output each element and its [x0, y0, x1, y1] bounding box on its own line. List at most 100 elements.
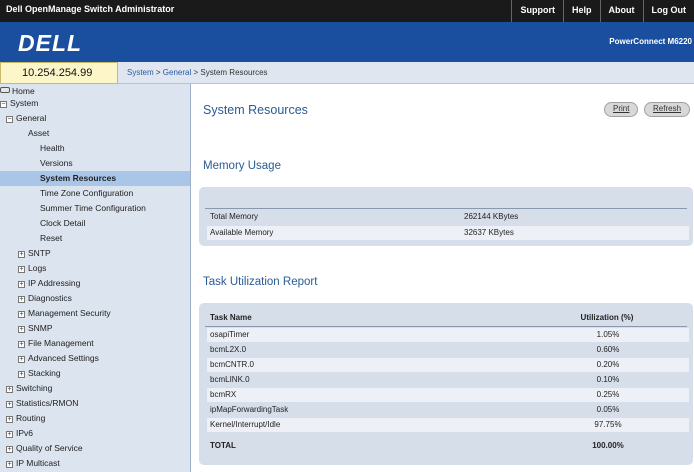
brand-bar: DELL PowerConnect M6220 — [0, 22, 694, 62]
memory-label: Total Memory — [210, 212, 259, 221]
sidebar-item-advanced-settings[interactable]: + Advanced Settings — [0, 351, 190, 366]
task-utilization: 0.60% — [596, 345, 620, 354]
model-name: PowerConnect M6220 — [609, 37, 692, 46]
logout-link[interactable]: Log Out — [642, 0, 694, 22]
page-title: System Resources — [203, 103, 308, 117]
table-row: bcmLINK.0 0.10% — [207, 373, 689, 387]
sidebar-item-management-security[interactable]: + Management Security — [0, 306, 190, 321]
support-link[interactable]: Support — [511, 0, 563, 22]
sidebar-item-sntp[interactable]: + SNTP — [0, 246, 190, 261]
expand-icon[interactable]: + — [6, 431, 13, 438]
sidebar-item-routing[interactable]: + Routing — [0, 411, 190, 426]
breadcrumb-sep: > — [153, 68, 163, 77]
expand-icon[interactable]: + — [18, 356, 25, 363]
task-name: bcmRX — [210, 390, 237, 399]
sidebar-item-label: Reset — [40, 233, 63, 243]
sidebar-item-snmp[interactable]: + SNMP — [0, 321, 190, 336]
breadcrumb-system[interactable]: System — [127, 68, 154, 77]
sidebar-item-clock-detail[interactable]: Clock Detail — [0, 216, 190, 231]
expand-icon[interactable]: + — [6, 386, 13, 393]
task-panel: Task Name Utilization (%) osapiTimer 1.05… — [199, 303, 693, 465]
expand-icon[interactable]: + — [18, 281, 25, 288]
task-utilization: 1.05% — [596, 330, 620, 339]
sidebar: Home − System − General Asset Health Versions S… — [0, 84, 191, 472]
top-links: Support Help About Log Out — [511, 0, 694, 22]
sidebar-item-asset[interactable]: Asset — [0, 126, 190, 141]
sidebar-item-label: IP Multicast — [16, 458, 60, 468]
memory-value: 32637 KBytes — [464, 228, 514, 237]
dell-logo: DELL — [18, 30, 83, 56]
expand-icon[interactable]: + — [18, 311, 25, 318]
sidebar-item-system-resources[interactable]: System Resources — [0, 171, 190, 186]
sidebar-item-ip-addressing[interactable]: + IP Addressing — [0, 276, 190, 291]
sidebar-item-reset[interactable]: Reset — [0, 231, 190, 246]
table-row: ipMapForwardingTask 0.05% — [207, 403, 689, 417]
memory-label: Available Memory — [210, 228, 274, 237]
sidebar-item-summer-time-configuration[interactable]: Summer Time Configuration — [0, 201, 190, 216]
expand-icon[interactable]: + — [6, 446, 13, 453]
sidebar-item-diagnostics[interactable]: + Diagnostics — [0, 291, 190, 306]
panel-divider — [205, 208, 687, 209]
collapse-icon[interactable]: − — [6, 116, 13, 123]
sidebar-item-label: IP Addressing — [28, 278, 81, 288]
sidebar-item-health[interactable]: Health — [0, 141, 190, 156]
sidebar-item-quality-of-service[interactable]: + Quality of Service — [0, 441, 190, 456]
sidebar-item-label: Home — [12, 86, 35, 96]
expand-icon[interactable]: + — [6, 416, 13, 423]
task-name: bcmLINK.0 — [210, 375, 250, 384]
sidebar-item-label: Asset — [28, 128, 50, 138]
task-utilization: 0.10% — [596, 375, 620, 384]
table-row: Available Memory 32637 KBytes — [207, 226, 689, 240]
sidebar-item-ipv6[interactable]: + IPv6 — [0, 426, 190, 441]
sidebar-item-ip-multicast[interactable]: + IP Multicast — [0, 456, 190, 471]
expand-icon[interactable]: + — [18, 371, 25, 378]
sidebar-item-stacking[interactable]: + Stacking — [0, 366, 190, 381]
main-content: System Resources Print Refresh Memory Us… — [191, 84, 694, 472]
sidebar-item-label: Statistics/RMON — [16, 398, 79, 408]
sidebar-item-label: Stacking — [28, 368, 61, 378]
top-bar: Dell OpenManage Switch Administrator Sup… — [0, 0, 694, 22]
help-link[interactable]: Help — [562, 0, 600, 22]
expand-icon[interactable]: + — [18, 251, 25, 258]
table-row: Total Memory 262144 KBytes — [207, 210, 689, 224]
table-row: bcmL2X.0 0.60% — [207, 343, 689, 357]
expand-icon[interactable]: + — [18, 266, 25, 273]
sidebar-item-label: SNTP — [28, 248, 51, 258]
sidebar-item-label: Summer Time Configuration — [40, 203, 146, 213]
sidebar-item-versions[interactable]: Versions — [0, 156, 190, 171]
task-name: bcmL2X.0 — [210, 345, 247, 354]
sidebar-item-general[interactable]: − General — [0, 111, 190, 126]
switch-ip: 10.254.254.99 — [22, 67, 93, 79]
expand-icon[interactable]: + — [18, 326, 25, 333]
sidebar-item-label: Health — [40, 143, 65, 153]
sidebar-item-label: SNMP — [28, 323, 53, 333]
task-utilization-title: Task Utilization Report — [203, 276, 318, 288]
breadcrumb-general[interactable]: General — [163, 68, 191, 77]
print-button[interactable]: Print — [604, 102, 639, 117]
task-name: osapiTimer — [210, 330, 250, 339]
sidebar-item-time-zone-configuration[interactable]: Time Zone Configuration — [0, 186, 190, 201]
expand-icon[interactable]: + — [18, 296, 25, 303]
expand-icon[interactable]: + — [18, 341, 25, 348]
expand-icon[interactable]: + — [6, 401, 13, 408]
memory-value: 262144 KBytes — [464, 212, 519, 221]
sidebar-item-statistics-rmon[interactable]: + Statistics/RMON — [0, 396, 190, 411]
sidebar-item-label: General — [16, 113, 47, 123]
sidebar-item-logs[interactable]: + Logs — [0, 261, 190, 276]
sidebar-item-label: Versions — [40, 158, 73, 168]
expand-icon[interactable]: + — [6, 461, 13, 468]
sidebar-item-switching[interactable]: + Switching — [0, 381, 190, 396]
task-utilization: 0.05% — [596, 405, 620, 414]
task-utilization: 0.25% — [596, 390, 620, 399]
about-link[interactable]: About — [599, 0, 643, 22]
task-name: Kernel/Interrupt/Idle — [210, 420, 281, 429]
sidebar-item-label: Switching — [16, 383, 53, 393]
sidebar-item-system[interactable]: − System — [0, 96, 190, 111]
sidebar-item-file-management[interactable]: + File Management — [0, 336, 190, 351]
sidebar-item-label: IPv6 — [16, 428, 34, 438]
sidebar-item-label: Logs — [28, 263, 47, 273]
task-name: ipMapForwardingTask — [210, 405, 289, 414]
total-label: TOTAL — [210, 441, 236, 450]
refresh-button[interactable]: Refresh — [644, 102, 691, 117]
collapse-icon[interactable]: − — [0, 101, 7, 108]
